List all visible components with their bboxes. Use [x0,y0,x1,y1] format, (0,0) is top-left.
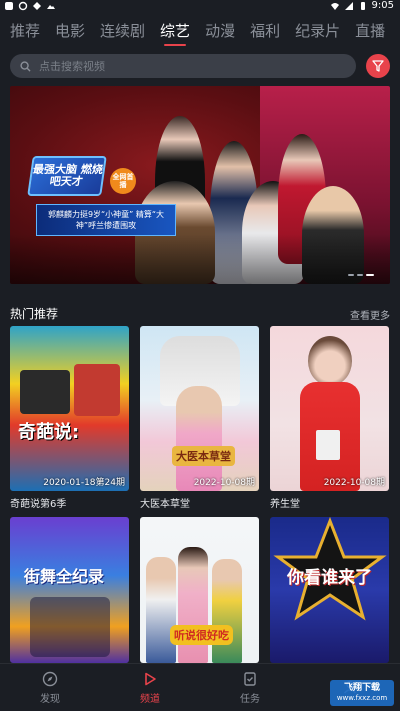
featured-banner[interactable]: 最强大脑 燃烧吧天才 全网首播 郭麒麟力挺9岁“小神童” 精算“大神”呼兰惨遭围… [10,86,390,284]
tab-variety[interactable]: 综艺 [160,16,190,46]
task-icon [244,672,256,686]
app-notification-icon [5,2,13,10]
sync-icon [18,1,28,11]
tab-movie[interactable]: 电影 [55,16,85,46]
poster-figure [20,370,70,414]
poster-figure [146,557,176,663]
tab-recommend[interactable]: 推荐 [10,16,40,46]
video-title: 养生堂 [270,499,300,510]
show-logo: 最强大脑 燃烧吧天才 [27,156,107,196]
filter-button[interactable] [366,54,390,78]
tab-anime[interactable]: 动漫 [205,16,235,46]
watermark-line2: www.fxxz.com [336,694,388,702]
poster-figure [30,597,110,657]
poster-prop [316,430,340,460]
category-tabs: 推荐 电影 连续剧 综艺 动漫 福利 纪录片 直播 [0,16,400,46]
poster-figure [178,547,208,663]
video-card[interactable]: 听说很好吃 [140,517,259,663]
banner-dot [348,274,354,276]
compass-icon [42,671,58,687]
banner-dot-active [366,274,374,276]
tab-welfare[interactable]: 福利 [250,16,280,46]
tab-series[interactable]: 连续剧 [100,16,145,46]
video-card[interactable]: 奇葩说: 2020-01-18第24期 奇葩说第6季 [10,326,129,510]
live-badge: 全网首播 [110,168,136,194]
video-card[interactable]: 2022-10-08期 养生堂 [270,326,389,510]
poster: 2022-10-08期 [270,326,389,491]
banner-stage [10,234,390,284]
video-title: 奇葩说第6季 [10,499,67,510]
poster-figure [74,364,120,416]
episode-date: 2022-10-08期 [323,478,385,488]
site-watermark: 飞翔下载 www.fxxz.com [330,680,394,706]
nav-task[interactable]: 任务 [200,664,300,711]
nav-discover[interactable]: 发现 [0,664,100,711]
video-title: 大医本草堂 [140,499,190,510]
search-input[interactable]: 点击搜索视频 [10,54,356,78]
watermark-line1: 飞翔下载 [343,683,380,693]
battery-icon [360,1,365,10]
poster-figure [308,336,352,386]
tab-documentary[interactable]: 纪录片 [295,16,340,46]
poster: 你看谁来了 [270,517,389,663]
search-placeholder: 点击搜索视频 [39,60,105,73]
wifi-icon [330,2,339,10]
poster-title: 奇葩说: [18,422,80,443]
filter-icon [372,60,384,72]
nav-label: 任务 [240,694,260,705]
search-icon [20,60,31,72]
show-logo-text: 最强大脑 燃烧吧天才 [32,163,104,188]
status-bar: 9:05 [0,0,400,14]
image-icon [47,5,55,9]
nav-label: 频道 [140,694,160,705]
hot-recommend-header: 热门推荐 查看更多 [10,303,390,322]
poster-title: 大医本草堂 [172,446,235,466]
episode-date: 2022-10-08期 [193,478,255,488]
section-title: 热门推荐 [10,307,59,321]
poster: 大医本草堂 2022-10-08期 [140,326,259,491]
nav-channel[interactable]: 频道 [100,664,200,711]
banner-caption: 郭麒麟力挺9岁“小神童” 精算“大神”呼兰惨遭围攻 [36,204,176,236]
tab-live[interactable]: 直播 [355,16,385,46]
poster: 听说很好吃 [140,517,259,663]
banner-dot [357,274,363,276]
banner-indicator [348,274,374,276]
poster-figure [212,559,242,663]
poster: 街舞全纪录 [10,517,129,663]
status-time: 9:05 [371,0,394,11]
poster-title: 街舞全纪录 [24,567,105,586]
video-card[interactable]: 街舞全纪录 [10,517,129,663]
video-card[interactable]: 大医本草堂 2022-10-08期 大医本草堂 [140,326,259,510]
video-card[interactable]: 你看谁来了 [270,517,389,663]
poster-title: 你看谁来了 [287,568,372,588]
see-more-link[interactable]: 查看更多 [350,307,390,322]
poster: 奇葩说: 2020-01-18第24期 [10,326,129,491]
location-icon [33,2,41,10]
signal-icon [344,1,353,10]
play-icon [145,672,156,686]
poster-title: 听说很好吃 [170,625,233,645]
nav-label: 发现 [40,694,60,705]
episode-date: 2020-01-18第24期 [43,478,125,488]
